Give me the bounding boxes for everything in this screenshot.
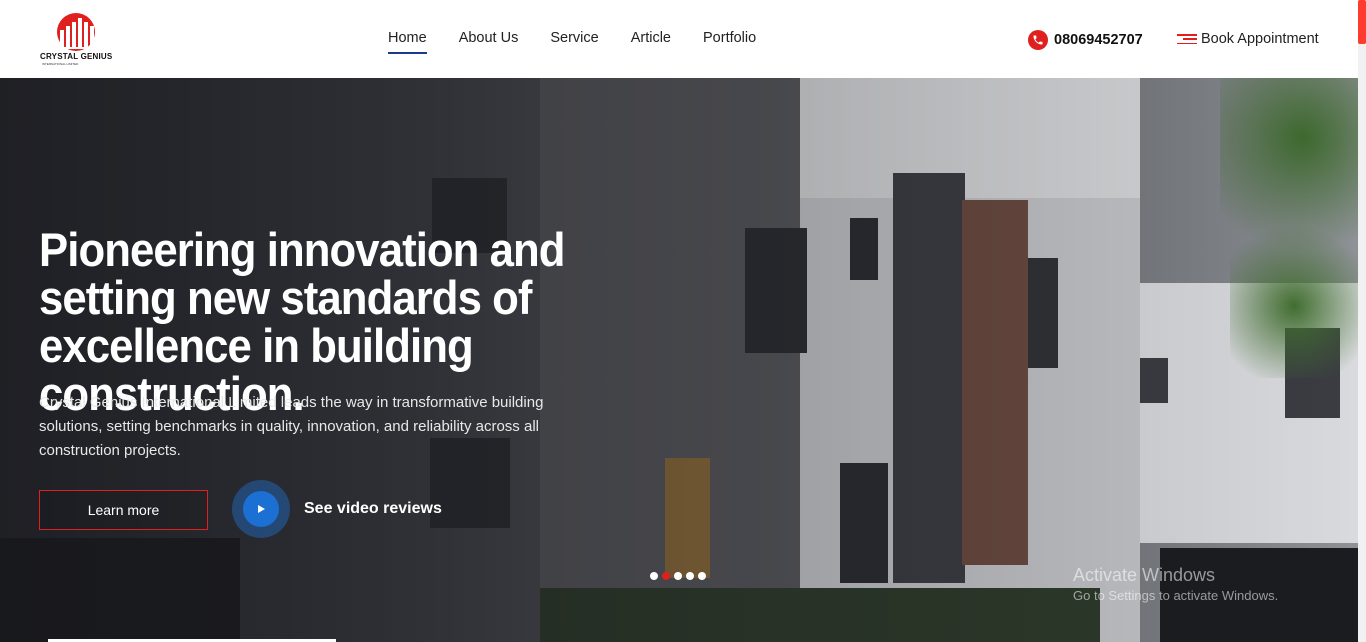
hero-subtext: Crystal Genius International Limited lea… — [39, 394, 544, 459]
watermark-title: Activate Windows — [1073, 565, 1216, 585]
video-reviews-link[interactable]: See video reviews — [232, 480, 442, 538]
video-reviews-label: See video reviews — [304, 500, 442, 517]
slider-dot-5[interactable] — [698, 572, 706, 580]
phone-number: 08069452707 — [1054, 32, 1143, 48]
logo-emblem-icon — [57, 13, 96, 51]
watermark-subtitle: Go to Settings to activate Windows. — [1073, 588, 1279, 603]
page-scrollbar[interactable] — [1358, 0, 1366, 642]
phone-link[interactable]: 08069452707 — [1028, 30, 1143, 50]
hero-headline: Pioneering innovation and setting new st… — [39, 223, 566, 420]
book-appointment-button[interactable]: Book Appointment — [1177, 31, 1319, 47]
nav-portfolio[interactable]: Portfolio — [703, 30, 756, 54]
site-header: CRYSTAL GENIUS INTERNATIONAL LIMITED Hom… — [0, 0, 1366, 78]
scrollbar-thumb[interactable] — [1358, 0, 1366, 44]
play-button[interactable] — [232, 480, 290, 538]
slider-dot-1[interactable] — [650, 572, 658, 580]
logo[interactable]: CRYSTAL GENIUS INTERNATIONAL LIMITED — [38, 12, 118, 68]
book-appointment-label: Book Appointment — [1201, 31, 1319, 47]
windows-activation-watermark: Activate Windows Go to Settings to activ… — [1073, 565, 1278, 603]
play-icon — [258, 505, 265, 513]
phone-icon — [1028, 30, 1048, 50]
menu-lines-icon — [1177, 32, 1197, 46]
nav-about-us[interactable]: About Us — [459, 30, 519, 54]
logo-name: CRYSTAL GENIUS — [40, 52, 113, 61]
slider-dot-4[interactable] — [686, 572, 694, 580]
slider-dot-3[interactable] — [674, 572, 682, 580]
nav-article[interactable]: Article — [631, 30, 671, 54]
slider-dot-2[interactable] — [662, 572, 670, 580]
slider-dots — [650, 572, 706, 580]
hero-banner: Pioneering innovation and setting new st… — [0, 78, 1358, 642]
learn-more-button[interactable]: Learn more — [39, 490, 208, 530]
nav-service[interactable]: Service — [550, 30, 598, 54]
nav-home[interactable]: Home — [388, 30, 427, 54]
logo-subtitle: INTERNATIONAL LIMITED — [42, 62, 79, 66]
main-nav: Home About Us Service Article Portfolio — [388, 30, 756, 54]
